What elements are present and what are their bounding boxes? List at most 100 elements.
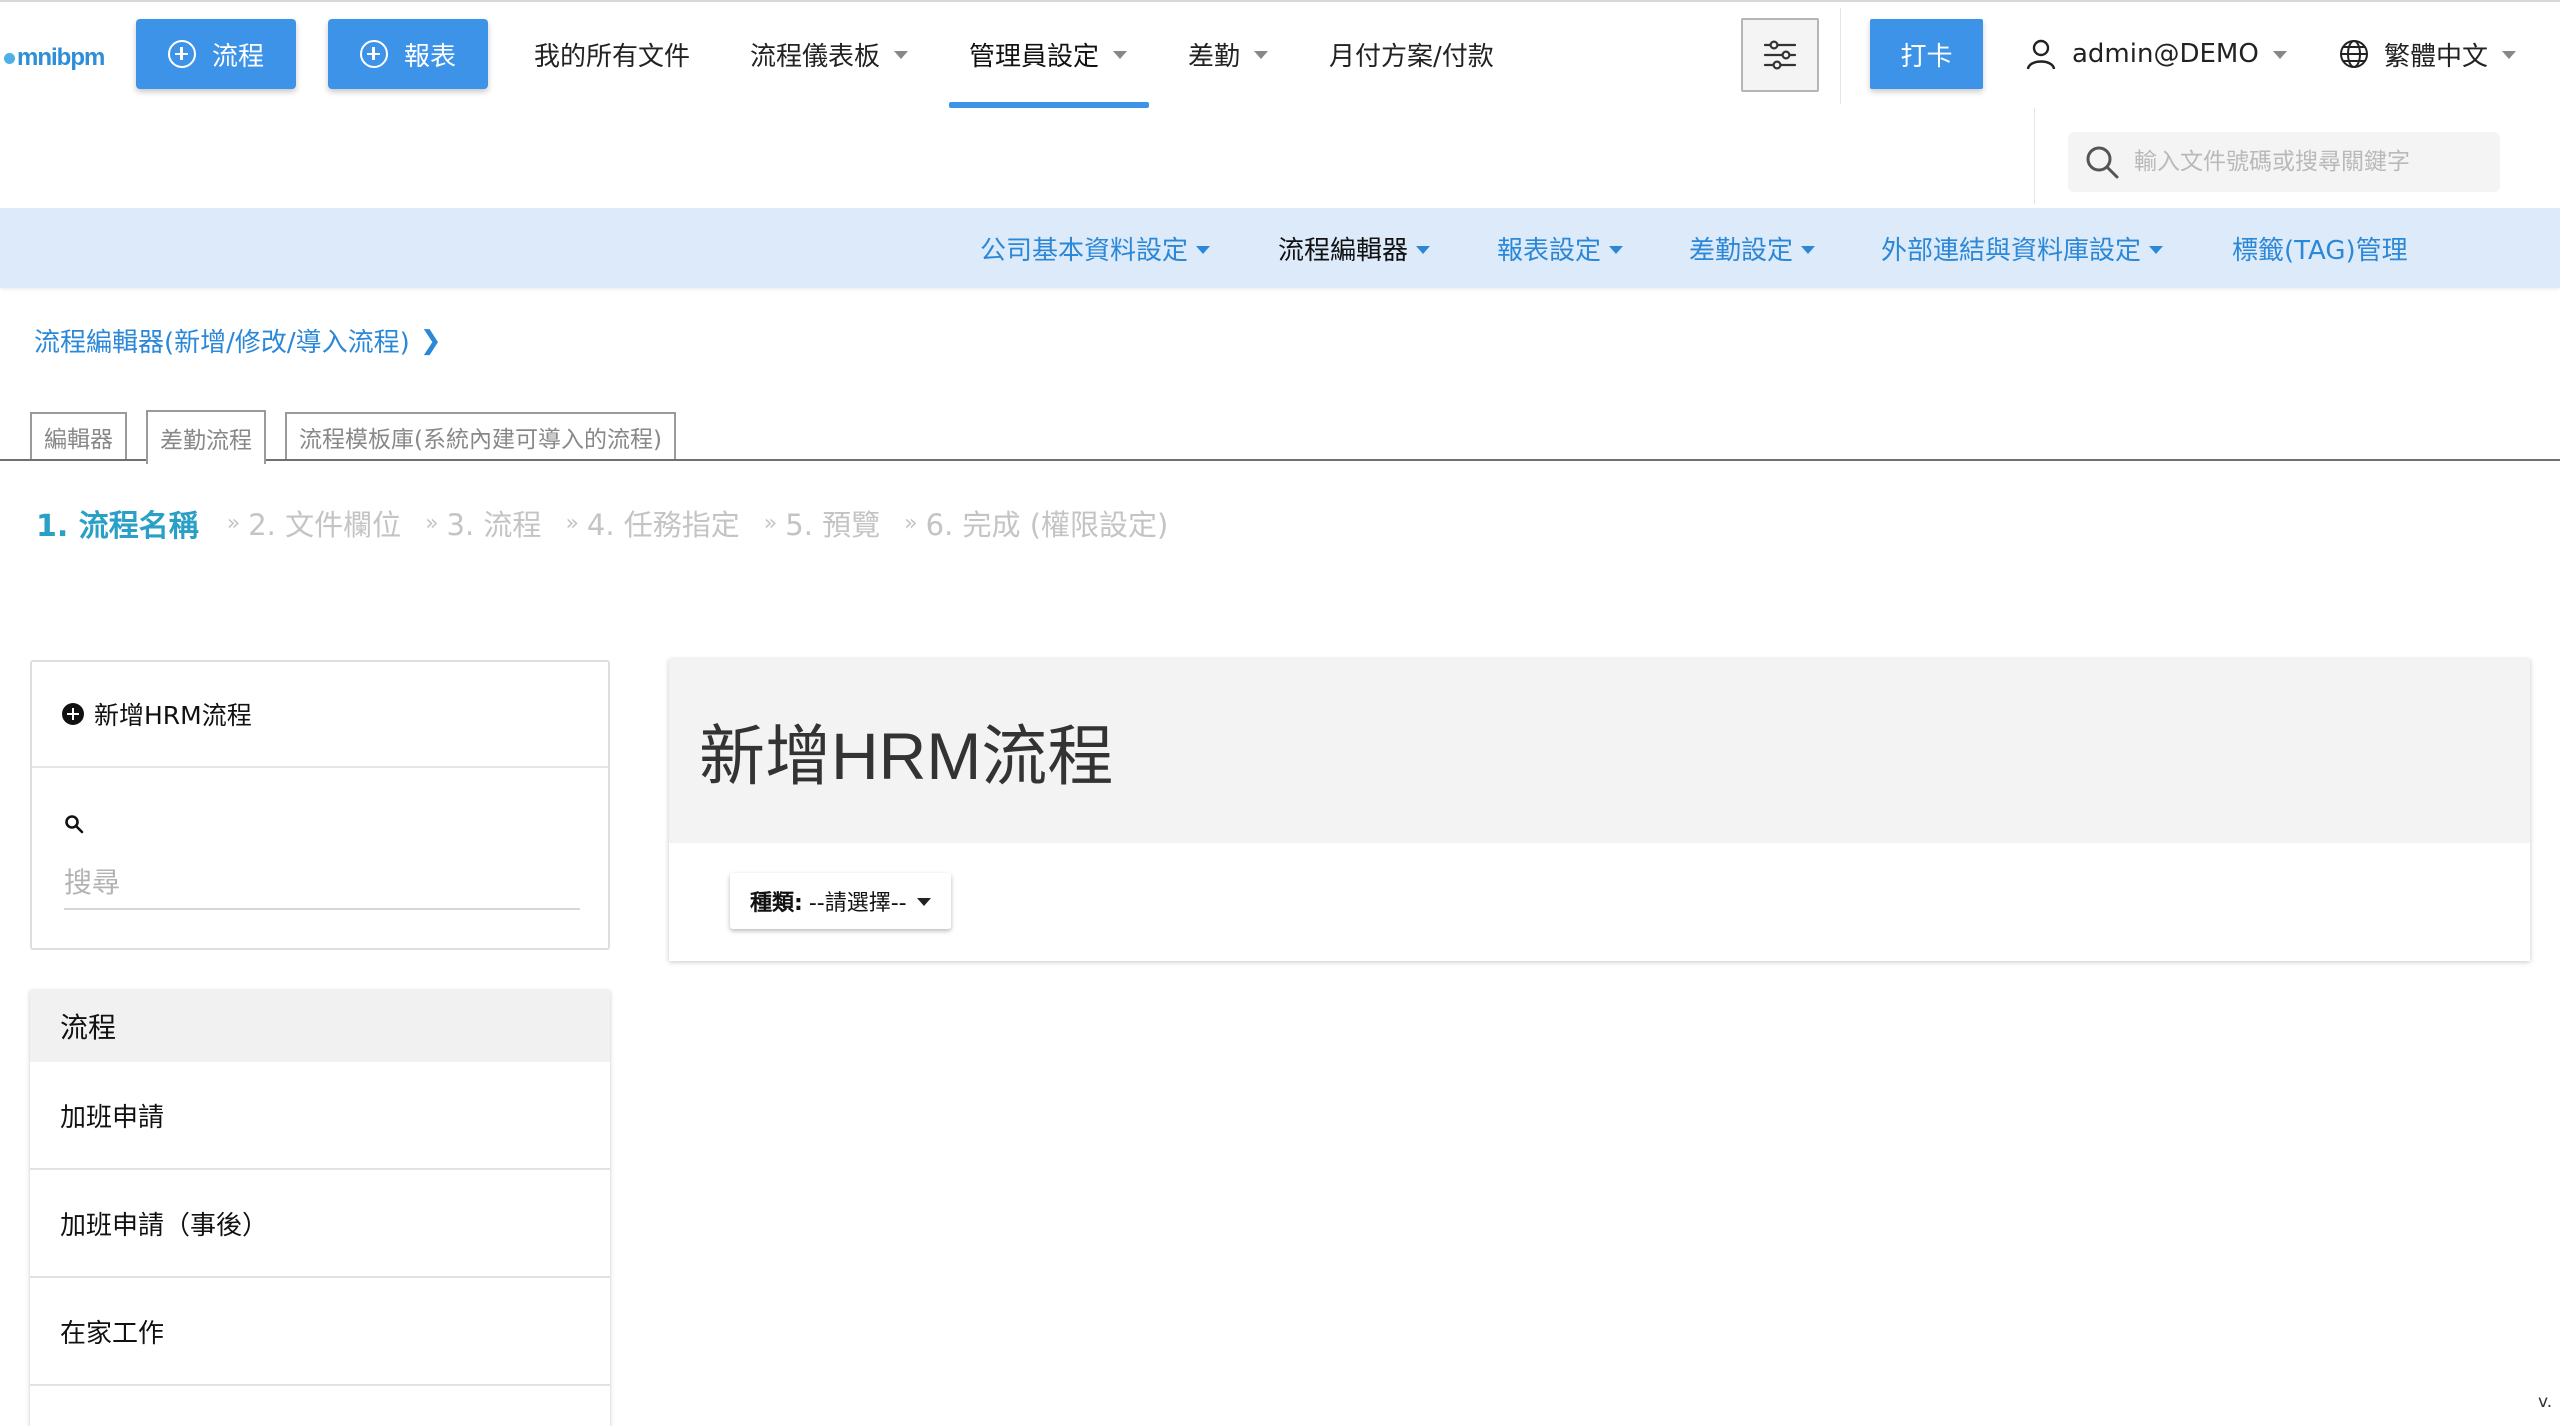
plus-circle-icon [359,40,388,68]
list-item-label: 加班申請（事後） [60,1210,269,1241]
card-header: 新增HRM流程 [669,659,2530,843]
nav-attendance[interactable]: 差勤 [1188,30,1269,78]
tab-label: 編輯器 [44,427,113,453]
new-hrm-flow-card: 新增HRM流程 種類: --請選擇-- [669,659,2530,961]
caret-down-icon [916,898,931,906]
subnav-label: 公司基本資料設定 [980,235,1189,266]
subnav-label: 標籤(TAG)管理 [2232,235,2408,266]
type-dropdown[interactable]: 種類: --請選擇-- [730,873,951,929]
nav-active-indicator [949,102,1149,108]
top-navbar: mnibpm 流程 報表 我的所有文件 流程儀表板 管理員設定 差勤 月付方案/… [0,0,2560,208]
plus-circle-icon [62,703,84,725]
add-hrm-flow-label: 新增HRM流程 [94,701,252,730]
list-item-label: 加班申請 [60,1102,165,1133]
caret-down-icon [1254,51,1269,59]
chevron-right-icon: ❯ [419,325,442,356]
new-flow-label: 流程 [211,41,264,72]
tab-label: 差勤流程 [160,428,252,454]
subnav-label: 流程編輯器 [1278,235,1409,266]
list-item-label: 在家工作 [60,1318,165,1349]
subnav-label: 外部連結與資料庫設定 [1881,235,2142,266]
tab-attendance-flow[interactable]: 差勤流程 [146,410,266,464]
step-flow[interactable]: 3. 流程 [447,502,542,544]
flow-list-panel: 流程 加班申請 加班申請（事後） 在家工作 [30,990,610,1426]
nav-admin-settings[interactable]: 管理員設定 [969,30,1128,78]
nav-label: 我的所有文件 [534,41,691,72]
step-separator: » [904,510,918,536]
step-separator: » [565,510,579,536]
nav-flow-dashboard[interactable]: 流程儀表板 [750,30,909,78]
nav-label: 流程儀表板 [750,41,881,72]
tab-template-library[interactable]: 流程模板庫(系統內建可導入的流程) [285,412,676,460]
step-active[interactable]: 1. 流程名稱 [36,501,199,545]
new-report-label: 報表 [403,41,456,72]
language-label: 繁體中文 [2384,41,2489,72]
list-item[interactable]: 加班申請（事後） [30,1170,610,1278]
caret-down-icon [2272,51,2287,59]
logo-mark [4,52,15,64]
search-icon [2086,146,2119,179]
divider [2034,108,2035,204]
subnav-external-links[interactable]: 外部連結與資料庫設定 [1881,226,2164,270]
filter-settings-button[interactable] [1741,18,1819,92]
sidebar-add-panel: 新增HRM流程 [30,660,610,950]
breadcrumb[interactable]: 流程編輯器(新增/修改/導入流程) ❯ [34,322,442,359]
punch-label: 打卡 [1900,41,1953,72]
sliders-icon [1763,40,1797,70]
step-separator: » [226,510,241,536]
caret-down-icon [1113,51,1128,59]
subnav-label: 報表設定 [1497,235,1602,266]
nav-billing[interactable]: 月付方案/付款 [1329,30,1494,78]
type-label: 種類: [750,891,803,916]
flow-list-header: 流程 [30,990,610,1062]
version-text: v. [2538,1392,2553,1412]
language-menu[interactable]: 繁體中文 [2338,30,2517,78]
step-preview[interactable]: 5. 預覽 [785,502,880,544]
sidebar-search-input[interactable] [64,856,580,910]
nav-label: 月付方案/付款 [1329,41,1494,72]
list-item[interactable]: 在家工作 [30,1278,610,1386]
subnav-label: 差勤設定 [1689,235,1794,266]
list-item[interactable] [30,1386,610,1426]
new-report-button[interactable]: 報表 [328,19,488,89]
brand-logo[interactable]: mnibpm [4,44,105,72]
caret-down-icon [2502,51,2517,59]
caret-down-icon [894,51,909,59]
subnav-attendance-settings[interactable]: 差勤設定 [1689,226,1816,270]
breadcrumb-label: 流程編輯器(新增/修改/導入流程) [34,328,410,358]
new-flow-button[interactable]: 流程 [136,19,296,89]
user-menu[interactable]: admin@DEMO [2024,30,2287,78]
punch-in-button[interactable]: 打卡 [1870,19,1983,89]
caret-down-icon [1609,246,1624,254]
wizard-steps: 1. 流程名稱 » 2. 文件欄位 » 3. 流程 » 4. 任務指定 » 5.… [36,498,1192,548]
step-complete[interactable]: 6. 完成 (權限設定) [926,502,1169,544]
nav-label: 管理員設定 [969,41,1100,72]
caret-down-icon [1196,246,1211,254]
subnav-flow-editor[interactable]: 流程編輯器 [1278,226,1431,270]
add-hrm-flow-button[interactable]: 新增HRM流程 [32,662,608,768]
global-search-input[interactable] [2134,149,2494,175]
tabs-baseline [0,459,2560,461]
tab-label: 流程模板庫(系統內建可導入的流程) [299,427,662,453]
nav-my-documents[interactable]: 我的所有文件 [534,30,690,78]
subnav-company-settings[interactable]: 公司基本資料設定 [980,226,1211,270]
divider [1840,8,1841,104]
logo-text: mnibpm [17,44,105,71]
subnav-tag-management[interactable]: 標籤(TAG)管理 [2232,226,2408,270]
caret-down-icon [1416,246,1431,254]
subnav-report-settings[interactable]: 報表設定 [1497,226,1624,270]
type-value: --請選擇-- [808,891,907,916]
caret-down-icon [2149,246,2164,254]
list-item[interactable]: 加班申請 [30,1062,610,1170]
nav-label: 差勤 [1188,41,1241,72]
plus-circle-icon [167,40,196,68]
user-label: admin@DEMO [2072,39,2259,69]
step-task-assign[interactable]: 4. 任務指定 [587,502,740,544]
flow-list-title: 流程 [60,1011,117,1044]
step-fields[interactable]: 2. 文件欄位 [248,502,401,544]
global-search[interactable] [2068,132,2500,192]
caret-down-icon [1801,246,1816,254]
step-separator: » [763,510,778,536]
tab-editor[interactable]: 編輯器 [30,412,127,460]
step-separator: » [425,510,439,536]
